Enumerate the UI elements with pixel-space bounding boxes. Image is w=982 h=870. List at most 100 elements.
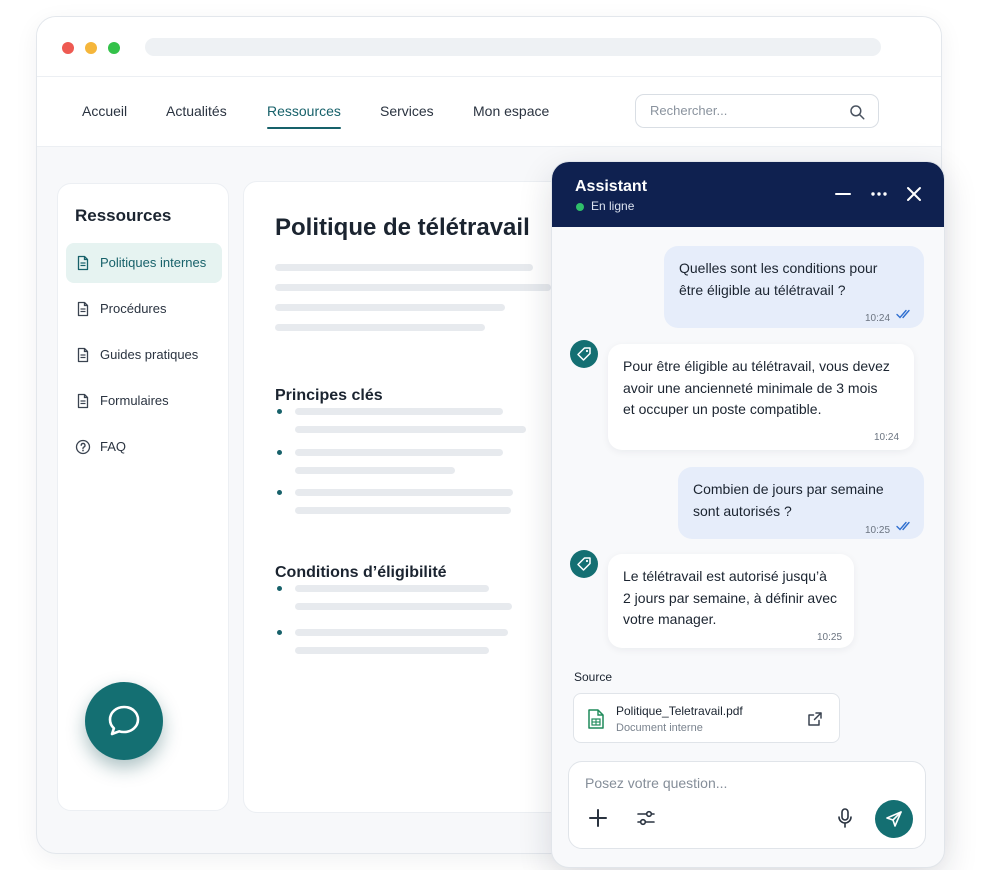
- question-circle-icon: [75, 439, 91, 455]
- message-line: et occuper un poste compatible.: [623, 401, 822, 417]
- message-line: Combien de jours par semaine: [693, 481, 884, 497]
- search-icon[interactable]: [848, 103, 866, 121]
- send-icon: [886, 811, 902, 827]
- message-line: avoir une ancienneté minimale de 3 mois: [623, 379, 878, 396]
- source-label: Source: [574, 670, 613, 684]
- document-icon: [77, 347, 89, 363]
- nav-services[interactable]: Services: [380, 103, 434, 119]
- settings-sliders-icon[interactable]: [635, 807, 657, 829]
- chat-bubble-icon: [108, 705, 140, 736]
- article-title: Politique de télétravail: [275, 214, 530, 241]
- plus-icon[interactable]: [587, 807, 609, 829]
- message-line: Quelles sont les conditions pour: [679, 260, 878, 276]
- microphone-icon[interactable]: [835, 807, 855, 829]
- more-options-icon[interactable]: [869, 184, 889, 204]
- message-line: Le télétravail est autorisé jusqu’à: [623, 568, 827, 584]
- nav-actualites[interactable]: Actualités: [166, 103, 227, 119]
- minimize-window-dot[interactable]: [85, 42, 97, 54]
- chat-launcher-button[interactable]: [85, 682, 163, 760]
- document-icon: [77, 301, 89, 317]
- read-receipt-icon: [896, 309, 910, 319]
- chat-status: En ligne: [591, 199, 635, 213]
- text-placeholder: [295, 408, 503, 415]
- bot-message: Le télétravail est autorisé jusqu’à 2 jo…: [608, 554, 854, 648]
- article-panel: Politique de télétravail Principes clés …: [243, 181, 573, 813]
- close-icon[interactable]: [904, 184, 924, 204]
- bot-message: Pour être éligible au télétravail, vous …: [608, 344, 914, 450]
- read-receipt-icon: [896, 521, 910, 531]
- text-placeholder: [275, 264, 533, 271]
- message-time: 10:24: [865, 313, 891, 324]
- maximize-window-dot[interactable]: [108, 42, 120, 54]
- text-placeholder: [295, 585, 489, 592]
- section-heading-conditions: Conditions d’éligibilité: [275, 564, 447, 581]
- bot-avatar: [570, 550, 598, 578]
- message-line: votre manager.: [623, 611, 717, 627]
- sidebar-item-label: Politiques internes: [100, 255, 207, 270]
- bot-tag-icon: [577, 557, 591, 571]
- source-subtitle: Document interne: [616, 722, 703, 734]
- message-line: sont autorisés ?: [693, 502, 792, 519]
- section-heading-principes: Principes clés: [275, 387, 383, 404]
- minimize-icon[interactable]: [833, 184, 853, 204]
- send-button[interactable]: [875, 800, 913, 838]
- message-time: 10:25: [865, 525, 891, 536]
- source-filename: Politique_Teletravail.pdf: [616, 704, 743, 718]
- close-window-dot[interactable]: [62, 42, 74, 54]
- sidebar-item-label: FAQ: [100, 439, 127, 454]
- sidebar-item-faq[interactable]: FAQ: [66, 427, 222, 467]
- text-placeholder: [295, 489, 513, 496]
- message-time: 10:25: [817, 632, 843, 643]
- text-placeholder: [275, 284, 551, 291]
- nav-ressources[interactable]: Ressources: [267, 103, 341, 129]
- text-placeholder: [275, 304, 505, 311]
- spreadsheet-file-icon: [588, 709, 604, 729]
- chat-title: Assistant: [575, 178, 648, 195]
- bullet: [277, 630, 282, 635]
- message-line: Pour être éligible au télétravail, vous …: [623, 358, 890, 374]
- sidebar-item-label: Procédures: [100, 301, 167, 316]
- bot-avatar: [570, 340, 598, 368]
- sidebar-item-label: Guides pratiques: [100, 347, 199, 362]
- message-composer: [568, 761, 926, 849]
- chat-header: Assistant En ligne: [552, 162, 944, 227]
- document-icon: [77, 255, 89, 271]
- nav-accueil[interactable]: Accueil: [82, 103, 127, 119]
- text-placeholder: [295, 507, 511, 514]
- address-bar[interactable]: [145, 38, 881, 56]
- text-placeholder: [295, 647, 489, 654]
- message-line: 2 jours par semaine, à définir avec: [623, 589, 837, 606]
- text-placeholder: [295, 603, 512, 610]
- sidebar-item-procedures[interactable]: Procédures: [66, 289, 222, 329]
- external-link-icon[interactable]: [807, 711, 823, 727]
- search-box: [635, 94, 879, 128]
- document-icon: [77, 393, 89, 409]
- text-placeholder: [295, 449, 503, 456]
- bullet: [277, 450, 282, 455]
- user-message: Combien de jours par semaine sont autori…: [678, 467, 924, 539]
- source-document-card[interactable]: Politique_Teletravail.pdf Document inter…: [573, 693, 840, 743]
- browser-titlebar: [37, 17, 941, 77]
- top-navigation: Accueil Actualités Ressources Services M…: [37, 77, 941, 147]
- assistant-chat-panel: Assistant En ligne Quelles sont les cond…: [551, 161, 945, 868]
- message-line: être éligible au télétravail ?: [679, 281, 846, 298]
- bullet: [277, 490, 282, 495]
- bullet: [277, 409, 282, 414]
- text-placeholder: [295, 426, 526, 433]
- sidebar-item-label: Formulaires: [100, 393, 169, 408]
- bullet: [277, 586, 282, 591]
- sidebar-item-guides-pratiques[interactable]: Guides pratiques: [66, 335, 222, 375]
- bot-tag-icon: [577, 347, 591, 361]
- message-time: 10:24: [874, 432, 900, 443]
- search-input[interactable]: [650, 103, 840, 118]
- text-placeholder: [295, 467, 455, 474]
- question-input[interactable]: [585, 775, 885, 791]
- sidebar-item-formulaires[interactable]: Formulaires: [66, 381, 222, 421]
- nav-mon-espace[interactable]: Mon espace: [473, 103, 549, 119]
- user-message: Quelles sont les conditions pour être él…: [664, 246, 924, 328]
- sidebar-title: Ressources: [75, 206, 172, 225]
- text-placeholder: [295, 629, 508, 636]
- online-status-dot: [576, 203, 584, 211]
- sidebar-item-politiques-internes[interactable]: Politiques internes: [66, 243, 222, 283]
- text-placeholder: [275, 324, 485, 331]
